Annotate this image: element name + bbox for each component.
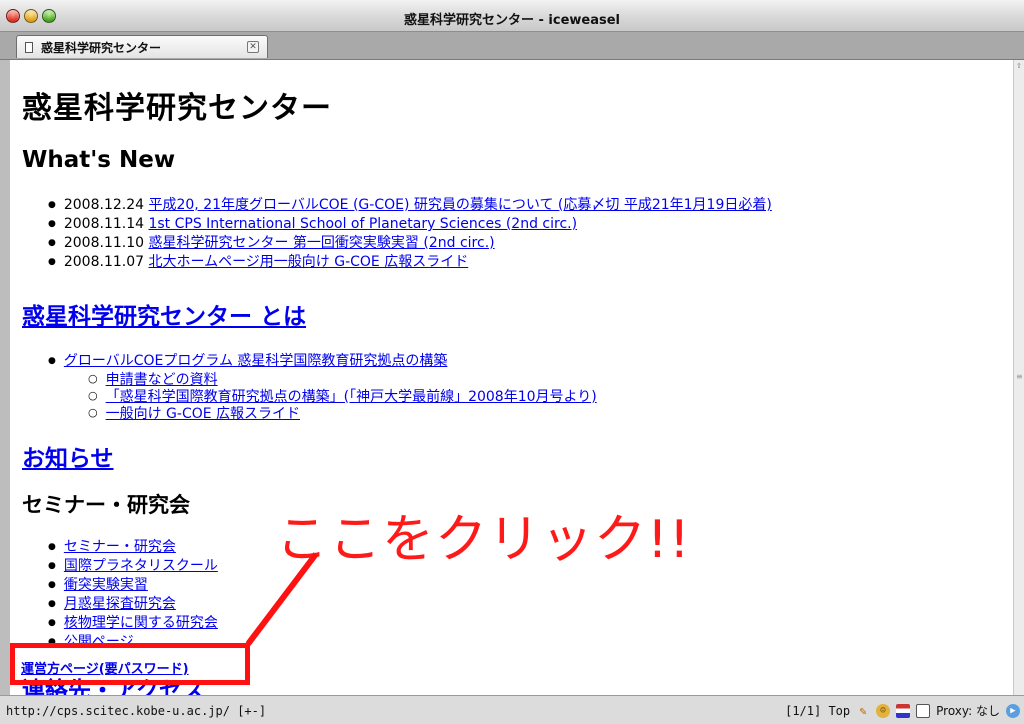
news-date: 2008.11.14 <box>63 216 145 232</box>
scroll-position: [1/1] Top <box>785 703 851 718</box>
title-bar: 惑星科学研究センター - iceweasel <box>0 0 1024 32</box>
list-item: 月惑星探査研究会 <box>48 596 1013 615</box>
whats-new-heading: What's New <box>22 147 176 173</box>
tab-current[interactable]: 惑星科学研究センター ✕ <box>16 35 268 58</box>
callout-arrow <box>245 552 319 646</box>
scroll-up-icon[interactable]: ⇧ <box>1016 62 1022 70</box>
news-heading: お知らせ <box>22 439 1013 473</box>
seminar-link[interactable]: 核物理学に関する研究会 <box>64 615 218 631</box>
news-link[interactable]: 1st CPS International School of Planetar… <box>148 216 577 232</box>
seminar-link[interactable]: 月惑星探査研究会 <box>64 596 176 612</box>
vertical-scrollbar[interactable]: ⇧ ≡ <box>1013 60 1024 695</box>
news-list: 2008.12.24 平成20, 21年度グローバルCOE (G-COE) 研究… <box>48 197 1013 273</box>
tab-label: 惑星科学研究センター <box>41 40 162 55</box>
proxy-status[interactable]: Proxy: なし <box>936 702 1000 719</box>
list-item: 核物理学に関する研究会 <box>48 615 1013 634</box>
seminar-link[interactable]: 国際プラネタリスクール <box>64 558 218 574</box>
sub-link[interactable]: 申請書などの資料 <box>106 372 218 388</box>
sub-link[interactable]: 「惑星科学国際教育研究拠点の構築」(「神戸大学最前線」2008年10月号より) <box>106 389 597 405</box>
list-item: 申請書などの資料 <box>88 372 1013 389</box>
flag-icon[interactable] <box>896 703 911 718</box>
window-icon[interactable] <box>916 703 931 718</box>
status-url: http://cps.scitec.kobe-u.ac.jp/ [+-] <box>6 704 267 718</box>
bird-icon[interactable]: ▶ <box>1006 703 1020 718</box>
news-date: 2008.11.07 <box>63 254 145 270</box>
sub-link[interactable]: 一般向け G-COE 広報スライド <box>106 406 300 422</box>
scroll-grip-icon[interactable]: ≡ <box>1016 372 1023 381</box>
window-title: 惑星科学研究センター - iceweasel <box>403 13 621 28</box>
news-date: 2008.12.24 <box>63 197 145 213</box>
list-item: グローバルCOEプログラム 惑星科学国際教育研究拠点の構築 申請書などの資料 「… <box>48 353 1013 423</box>
list-item: 2008.11.14 1st CPS International School … <box>48 216 1013 235</box>
seminar-link[interactable]: セミナー・研究会 <box>64 539 176 555</box>
list-item: 衝突実験実習 <box>48 577 1013 596</box>
seminar-link[interactable]: 衝突実験実習 <box>64 577 148 593</box>
news-link[interactable]: 北大ホームページ用一般向け G-COE 広報スライド <box>148 254 468 270</box>
list-item: 2008.11.10 惑星科学研究センター 第一回衝突実験実習 (2nd cir… <box>48 235 1013 254</box>
about-heading: 惑星科学研究センター とは <box>22 297 1013 331</box>
list-item: 一般向け G-COE 広報スライド <box>88 406 1013 423</box>
news-heading-link[interactable]: お知らせ <box>22 446 114 472</box>
page-content: 惑星科学研究センター What's New 2008.12.24 平成20, 2… <box>10 60 1013 695</box>
tab-bar: 惑星科学研究センター ✕ <box>0 32 1024 60</box>
status-bar: http://cps.scitec.kobe-u.ac.jp/ [+-] [1/… <box>0 695 1024 724</box>
close-icon[interactable]: ✕ <box>247 41 259 53</box>
about-list: グローバルCOEプログラム 惑星科学国際教育研究拠点の構築 申請書などの資料 「… <box>48 353 1013 423</box>
about-link[interactable]: 惑星科学研究センター とは <box>22 304 306 330</box>
news-link[interactable]: 平成20, 21年度グローバルCOE (G-COE) 研究員の募集について (応… <box>148 197 771 213</box>
page-icon <box>25 41 33 53</box>
status-right: [1/1] Top ✎ ☺ Proxy: なし ▶ <box>785 702 1020 719</box>
list-item: 「惑星科学国際教育研究拠点の構築」(「神戸大学最前線」2008年10月号より) <box>88 389 1013 406</box>
gcoe-link[interactable]: グローバルCOEプログラム 惑星科学国際教育研究拠点の構築 <box>64 353 448 369</box>
wrench-icon[interactable]: ✎ <box>856 704 870 718</box>
list-item: 2008.11.07 北大ホームページ用一般向け G-COE 広報スライド <box>48 254 1013 273</box>
news-link[interactable]: 惑星科学研究センター 第一回衝突実験実習 (2nd circ.) <box>148 235 494 251</box>
about-sublist: 申請書などの資料 「惑星科学国際教育研究拠点の構築」(「神戸大学最前線」2008… <box>88 372 1013 423</box>
greasemonkey-icon[interactable]: ☺ <box>876 703 891 718</box>
list-item: 2008.12.24 平成20, 21年度グローバルCOE (G-COE) 研究… <box>48 197 1013 216</box>
news-date: 2008.11.10 <box>63 235 145 251</box>
page-title: 惑星科学研究センター <box>22 91 332 126</box>
admin-page-link[interactable]: 運営方ページ(要パスワード) <box>21 658 189 677</box>
